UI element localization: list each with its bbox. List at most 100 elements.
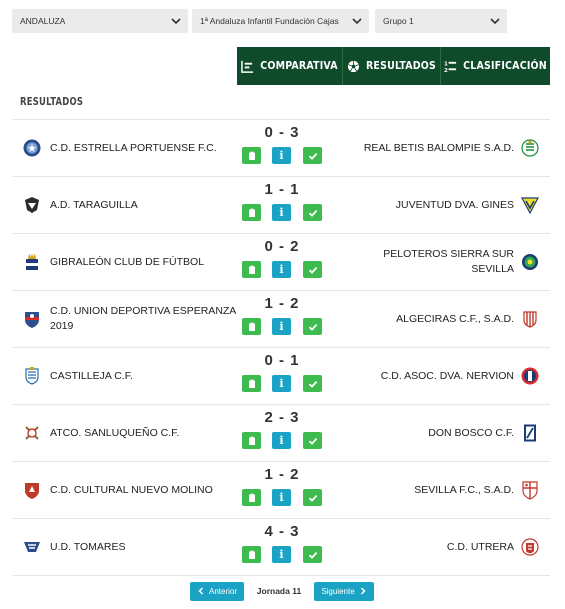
info-button[interactable]: i xyxy=(272,375,291,392)
away-team[interactable]: SEVILLA F.C., S.A.D. xyxy=(344,462,514,518)
check-icon xyxy=(308,209,317,217)
chevron-down-icon xyxy=(171,18,181,25)
chevron-right-icon xyxy=(360,587,366,595)
match-actions: i xyxy=(242,489,322,506)
team-crest-icon xyxy=(25,367,39,385)
info-button[interactable]: i xyxy=(272,489,291,506)
home-team[interactable]: A.D. TARAGUILLA xyxy=(50,177,240,233)
tab-resultados[interactable]: RESULTADOS xyxy=(343,47,441,85)
match-score: 0 - 3 xyxy=(264,124,300,141)
match-row: C.D. ESTRELLA PORTUENSE F.C. 0 - 3 i REA… xyxy=(12,119,550,177)
home-team[interactable]: C.D. ESTRELLA PORTUENSE F.C. xyxy=(50,120,240,176)
tab-comparativa[interactable]: COMPARATIVA xyxy=(237,47,343,85)
confirm-button[interactable] xyxy=(303,261,322,278)
match-actions: i xyxy=(242,432,322,449)
away-team[interactable]: PELOTEROS SIERRA SUR SEVILLA xyxy=(344,234,514,290)
team-crest-icon xyxy=(524,424,536,442)
previous-round-button[interactable]: Anterior xyxy=(190,581,244,601)
report-button[interactable] xyxy=(242,432,261,449)
home-team[interactable]: C.D. UNION DEPORTIVA ESPERANZA 2019 xyxy=(50,291,240,347)
match-score: 1 - 2 xyxy=(264,295,300,312)
chevron-down-icon xyxy=(352,18,362,25)
confirm-button[interactable] xyxy=(303,432,322,449)
ranking-icon: 1 2 xyxy=(444,61,457,73)
team-crest-icon xyxy=(522,254,538,270)
team-crest-icon xyxy=(25,312,39,328)
clipboard-icon xyxy=(248,550,255,559)
match-row: ATCO. SANLUQUEÑO C.F. 2 - 3 i DON BOSCO … xyxy=(12,405,550,462)
match-score: 0 - 2 xyxy=(264,238,300,255)
region-select[interactable]: ANDALUZA xyxy=(12,9,188,33)
home-team[interactable]: C.D. CULTURAL NUEVO MOLINO xyxy=(50,462,240,518)
match-row: C.D. CULTURAL NUEVO MOLINO 1 - 2 i SEVIL… xyxy=(12,462,550,519)
match-actions: i xyxy=(242,261,322,278)
team-crest-icon xyxy=(521,197,539,215)
report-button[interactable] xyxy=(242,318,261,335)
away-team[interactable]: JUVENTUD DVA. GINES xyxy=(344,177,514,233)
home-team[interactable]: ATCO. SANLUQUEÑO C.F. xyxy=(50,405,240,461)
chevron-down-icon xyxy=(490,18,500,25)
section-title: RESULTADOS xyxy=(20,95,84,108)
team-crest-icon xyxy=(24,542,40,552)
report-button[interactable] xyxy=(242,375,261,392)
check-icon xyxy=(308,152,317,160)
match-score: 1 - 2 xyxy=(264,466,300,483)
match-score: 4 - 3 xyxy=(264,523,300,540)
report-button[interactable] xyxy=(242,204,261,221)
info-button[interactable]: i xyxy=(272,147,291,164)
info-button[interactable]: i xyxy=(272,318,291,335)
team-crest-icon xyxy=(523,311,537,328)
confirm-button[interactable] xyxy=(303,375,322,392)
competition-select[interactable]: 1ª Andaluza Infantil Fundación Cajas xyxy=(192,9,369,33)
match-actions: i xyxy=(242,147,322,164)
group-select[interactable]: Grupo 1 xyxy=(375,9,507,33)
check-icon xyxy=(308,551,317,559)
clipboard-icon xyxy=(248,322,255,331)
home-team[interactable]: U.D. TOMARES xyxy=(50,519,240,575)
next-round-button[interactable]: Siguiente xyxy=(314,581,374,601)
info-button[interactable]: i xyxy=(272,261,291,278)
team-crest-icon xyxy=(23,139,41,157)
clipboard-icon xyxy=(248,379,255,388)
check-icon xyxy=(308,323,317,331)
info-button[interactable]: i xyxy=(272,546,291,563)
tab-clasificacion[interactable]: 1 2 CLASIFICACIÓN xyxy=(441,47,550,85)
tab-comparativa-label: COMPARATIVA xyxy=(260,60,338,72)
match-actions: i xyxy=(242,204,322,221)
home-team[interactable]: GIBRALEÓN CLUB DE FÚTBOL xyxy=(50,234,240,290)
away-team[interactable]: REAL BETIS BALOMPIE S.A.D. xyxy=(344,120,514,176)
away-team[interactable]: DON BOSCO C.F. xyxy=(344,405,514,461)
confirm-button[interactable] xyxy=(303,546,322,563)
info-button[interactable]: i xyxy=(272,204,291,221)
info-button[interactable]: i xyxy=(272,432,291,449)
soccer-ball-icon xyxy=(347,60,360,72)
match-row: GIBRALEÓN CLUB DE FÚTBOL 0 - 2 i PELOTER… xyxy=(12,234,550,291)
report-button[interactable] xyxy=(242,261,261,278)
clipboard-icon xyxy=(248,436,255,445)
home-team[interactable]: CASTILLEJA C.F. xyxy=(50,348,240,404)
match-score: 0 - 1 xyxy=(264,352,300,369)
match-actions: i xyxy=(242,546,322,563)
confirm-button[interactable] xyxy=(303,489,322,506)
away-team[interactable]: ALGECIRAS C.F., S.A.D. xyxy=(344,291,514,347)
clipboard-icon xyxy=(248,151,255,160)
clipboard-icon xyxy=(248,208,255,217)
competition-select-value: 1ª Andaluza Infantil Fundación Cajas xyxy=(200,16,339,26)
confirm-button[interactable] xyxy=(303,147,322,164)
report-button[interactable] xyxy=(242,489,261,506)
away-team[interactable]: C.D. ASOC. DVA. NERVION xyxy=(344,348,514,404)
current-round: Jornada 11 xyxy=(256,586,302,596)
svg-text:2: 2 xyxy=(444,68,448,73)
tab-resultados-label: RESULTADOS xyxy=(365,60,437,72)
confirm-button[interactable] xyxy=(303,204,322,221)
team-crest-icon xyxy=(26,253,38,270)
report-button[interactable] xyxy=(242,147,261,164)
report-button[interactable] xyxy=(242,546,261,563)
team-crest-icon xyxy=(25,197,39,213)
match-row: A.D. TARAGUILLA 1 - 1 i JUVENTUD DVA. GI… xyxy=(12,177,550,234)
away-team[interactable]: C.D. UTRERA xyxy=(344,519,514,575)
match-actions: i xyxy=(242,375,322,392)
check-icon xyxy=(308,266,317,274)
team-crest-icon xyxy=(521,139,539,157)
confirm-button[interactable] xyxy=(303,318,322,335)
